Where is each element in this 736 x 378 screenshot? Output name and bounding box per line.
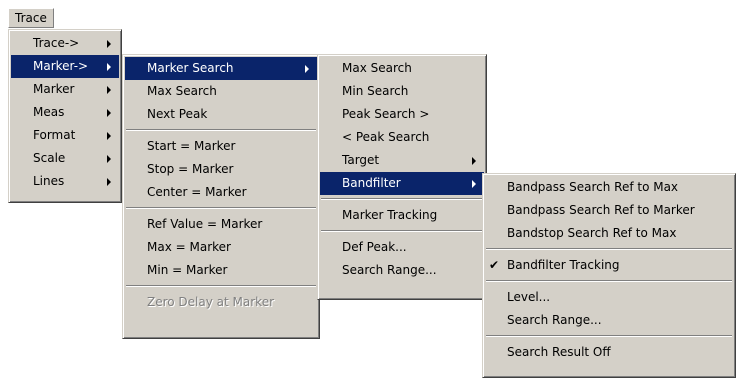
menu-separator: [485, 245, 733, 254]
menu-item-bandpass-ref-marker[interactable]: Bandpass Search Ref to Marker: [485, 199, 733, 222]
submenu-arrow-icon: [305, 65, 309, 73]
submenu-arrow-icon: [107, 132, 111, 140]
submenu-arrow-icon: [472, 157, 476, 165]
submenu-arrow-icon: [107, 63, 111, 71]
trace-menu-button[interactable]: Trace: [8, 8, 54, 28]
menu-item-label: Trace->: [33, 36, 80, 50]
menu-item-level[interactable]: Level...: [485, 286, 733, 309]
bandfilter-submenu: Bandpass Search Ref to Max Bandpass Sear…: [482, 173, 736, 378]
menu-item-label: Search Range...: [507, 313, 602, 327]
menu-item-label: Meas: [33, 105, 65, 119]
menu-item-label: Format: [33, 128, 76, 142]
menu-item-label: Bandstop Search Ref to Max: [507, 226, 677, 240]
menu-item-label: Lines: [33, 174, 65, 188]
menu-separator: [485, 332, 733, 341]
menu-separator: [320, 195, 484, 204]
menu-item-label: Marker Tracking: [342, 208, 438, 222]
trace-menu: Trace-> Marker-> Marker Meas Format Scal…: [8, 29, 122, 203]
menu-item-scale[interactable]: Scale: [11, 147, 119, 170]
menu-item-marker-search[interactable]: Marker Search: [125, 57, 317, 80]
menu-item-label: Marker Search: [147, 61, 234, 75]
menu-item-label: Next Peak: [147, 107, 208, 121]
menu-item-label: Stop = Marker: [147, 162, 234, 176]
menu-separator: [125, 282, 317, 291]
menu-item-max-search[interactable]: Max Search: [125, 80, 317, 103]
menu-item-label: Center = Marker: [147, 185, 247, 199]
menu-item-label: Max Search: [342, 61, 412, 75]
menu-item-start-marker[interactable]: Start = Marker: [125, 135, 317, 158]
menu-item-peak-search-right[interactable]: Peak Search >: [320, 103, 484, 126]
menu-item-label: Min Search: [342, 84, 409, 98]
menu-item-search-range[interactable]: Search Range...: [485, 309, 733, 332]
menu-item-max-marker[interactable]: Max = Marker: [125, 236, 317, 259]
checkmark-icon: ✔: [489, 258, 500, 272]
submenu-arrow-icon: [107, 109, 111, 117]
menu-item-search-result-off[interactable]: Search Result Off: [485, 341, 733, 364]
menu-separator: [320, 227, 484, 236]
menu-item-marker-sub[interactable]: Marker->: [11, 55, 119, 78]
menu-item-label: Marker->: [33, 59, 89, 73]
menu-item-bandfilter-tracking[interactable]: ✔ Bandfilter Tracking: [485, 254, 733, 277]
menu-item-marker[interactable]: Marker: [11, 78, 119, 101]
submenu-arrow-icon: [472, 180, 476, 188]
menu-item-search-range[interactable]: Search Range...: [320, 259, 484, 282]
menu-separator: [125, 126, 317, 135]
menu-item-min-marker[interactable]: Min = Marker: [125, 259, 317, 282]
menu-item-label: Min = Marker: [147, 263, 228, 277]
menu-item-bandfilter[interactable]: Bandfilter: [320, 172, 484, 195]
menu-item-label: Max = Marker: [147, 240, 231, 254]
menu-item-label: Scale: [33, 151, 66, 165]
menu-item-trace-sub[interactable]: Trace->: [11, 32, 119, 55]
menu-item-label: Max Search: [147, 84, 217, 98]
menu-item-ref-value-marker[interactable]: Ref Value = Marker: [125, 213, 317, 236]
menu-separator: [485, 277, 733, 286]
menu-item-min-search[interactable]: Min Search: [320, 80, 484, 103]
submenu-arrow-icon: [107, 178, 111, 186]
menu-separator: [125, 204, 317, 213]
menu-item-bandstop-ref-max[interactable]: Bandstop Search Ref to Max: [485, 222, 733, 245]
menu-item-label: Peak Search >: [342, 107, 430, 121]
menu-item-def-peak[interactable]: Def Peak...: [320, 236, 484, 259]
menu-item-label: Zero Delay at Marker: [147, 295, 275, 309]
submenu-arrow-icon: [107, 86, 111, 94]
menu-item-label: Bandfilter: [342, 176, 401, 190]
menu-item-label: Ref Value = Marker: [147, 217, 263, 231]
submenu-arrow-icon: [107, 40, 111, 48]
menu-item-target[interactable]: Target: [320, 149, 484, 172]
marker-submenu: Marker Search Max Search Next Peak Start…: [122, 54, 320, 339]
menu-item-zero-delay-marker: Zero Delay at Marker: [125, 291, 317, 314]
menu-item-label: Marker: [33, 82, 75, 96]
menu-item-meas[interactable]: Meas: [11, 101, 119, 124]
menu-item-max-search[interactable]: Max Search: [320, 57, 484, 80]
menu-item-peak-search-left[interactable]: < Peak Search: [320, 126, 484, 149]
marker-search-submenu: Max Search Min Search Peak Search > < Pe…: [317, 54, 487, 300]
menu-item-lines[interactable]: Lines: [11, 170, 119, 193]
menu-item-label: Target: [342, 153, 380, 167]
menu-item-label: Search Range...: [342, 263, 437, 277]
menu-item-label: Start = Marker: [147, 139, 236, 153]
menu-item-next-peak[interactable]: Next Peak: [125, 103, 317, 126]
menu-item-label: Search Result Off: [507, 345, 611, 359]
menu-item-bandpass-ref-max[interactable]: Bandpass Search Ref to Max: [485, 176, 733, 199]
menu-item-stop-marker[interactable]: Stop = Marker: [125, 158, 317, 181]
menu-item-format[interactable]: Format: [11, 124, 119, 147]
menu-item-label: Level...: [507, 290, 551, 304]
menu-item-label: Bandpass Search Ref to Max: [507, 180, 679, 194]
menu-item-label: Bandpass Search Ref to Marker: [507, 203, 695, 217]
submenu-arrow-icon: [107, 155, 111, 163]
menu-item-label: < Peak Search: [342, 130, 430, 144]
menu-item-center-marker[interactable]: Center = Marker: [125, 181, 317, 204]
menu-item-label: Def Peak...: [342, 240, 407, 254]
menu-item-marker-tracking[interactable]: Marker Tracking: [320, 204, 484, 227]
menu-item-label: Bandfilter Tracking: [507, 258, 620, 272]
